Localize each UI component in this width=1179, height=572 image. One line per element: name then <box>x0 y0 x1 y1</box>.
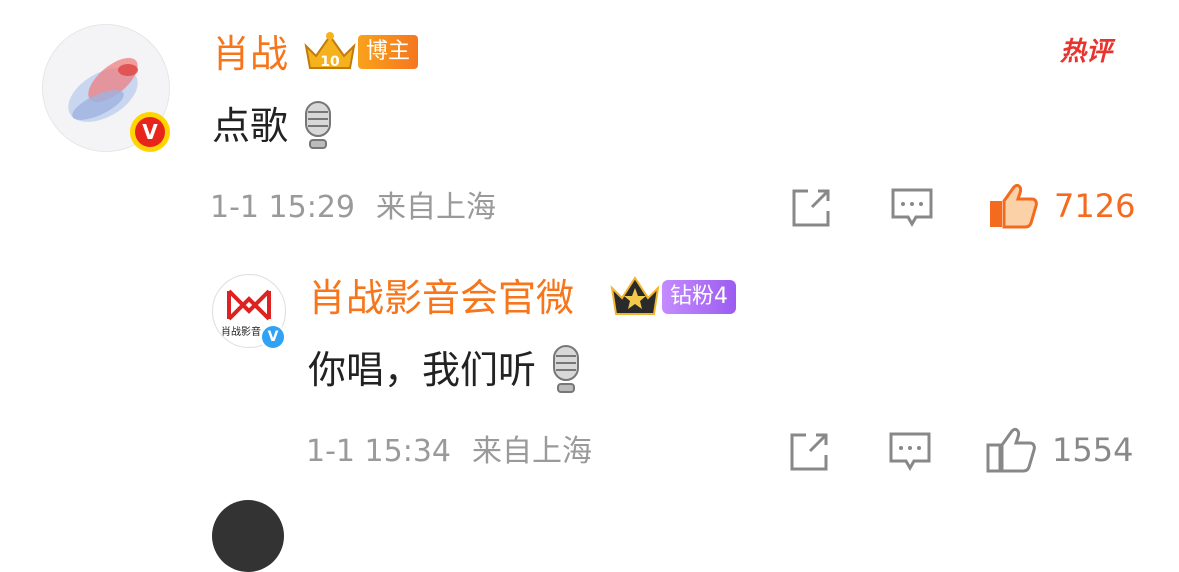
next-comment-avatar[interactable] <box>212 500 284 572</box>
reply-username[interactable]: 肖战影音会官微 <box>308 276 574 320</box>
comment-time: 1-1 15:29 <box>210 190 355 225</box>
like-icon <box>990 183 1038 229</box>
share-icon <box>790 433 828 471</box>
svg-text:10: 10 <box>320 54 340 70</box>
share-button[interactable] <box>790 187 832 229</box>
comment-username[interactable]: 肖战 <box>212 32 288 76</box>
comment-text: 点歌 <box>212 100 338 152</box>
hot-comment-label: 热评 <box>1060 37 1113 67</box>
reply-like-button[interactable]: 1554 <box>986 427 1133 473</box>
comment-icon <box>891 188 933 228</box>
fan-tag: 钻粉4 <box>662 280 736 314</box>
reply-like-count: 1554 <box>1052 431 1134 469</box>
comment-text-body: 点歌 <box>212 104 289 148</box>
reply-button[interactable] <box>890 187 934 229</box>
crown-icon: 10 <box>304 32 356 70</box>
reply-text: 你唱，我们听 <box>308 344 586 396</box>
comment-icon <box>889 432 931 472</box>
like-count: 7126 <box>1054 187 1136 225</box>
fan-level-badge[interactable]: 钻粉4 <box>608 274 736 320</box>
reply-share-button[interactable] <box>788 431 830 473</box>
blogger-tag: 博主 <box>358 35 419 69</box>
comment-location: 来自上海 <box>376 190 496 225</box>
avatar-text: 肖战影音 <box>221 327 261 338</box>
microphone-icon <box>553 345 580 393</box>
reply-time: 1-1 15:34 <box>306 434 451 469</box>
user-level-badge[interactable]: 10 博主 <box>302 30 419 74</box>
reply-text-body: 你唱，我们听 <box>308 348 537 392</box>
like-icon <box>986 427 1036 473</box>
crown-star-icon <box>610 276 660 315</box>
reply-location: 来自上海 <box>472 434 592 469</box>
microphone-icon <box>305 101 332 149</box>
share-icon <box>792 189 830 227</box>
reply-reply-button[interactable] <box>888 431 932 473</box>
like-button[interactable]: 7126 <box>988 183 1135 229</box>
reply-verified-badge: V <box>260 324 286 350</box>
verified-badge: V <box>130 112 170 152</box>
